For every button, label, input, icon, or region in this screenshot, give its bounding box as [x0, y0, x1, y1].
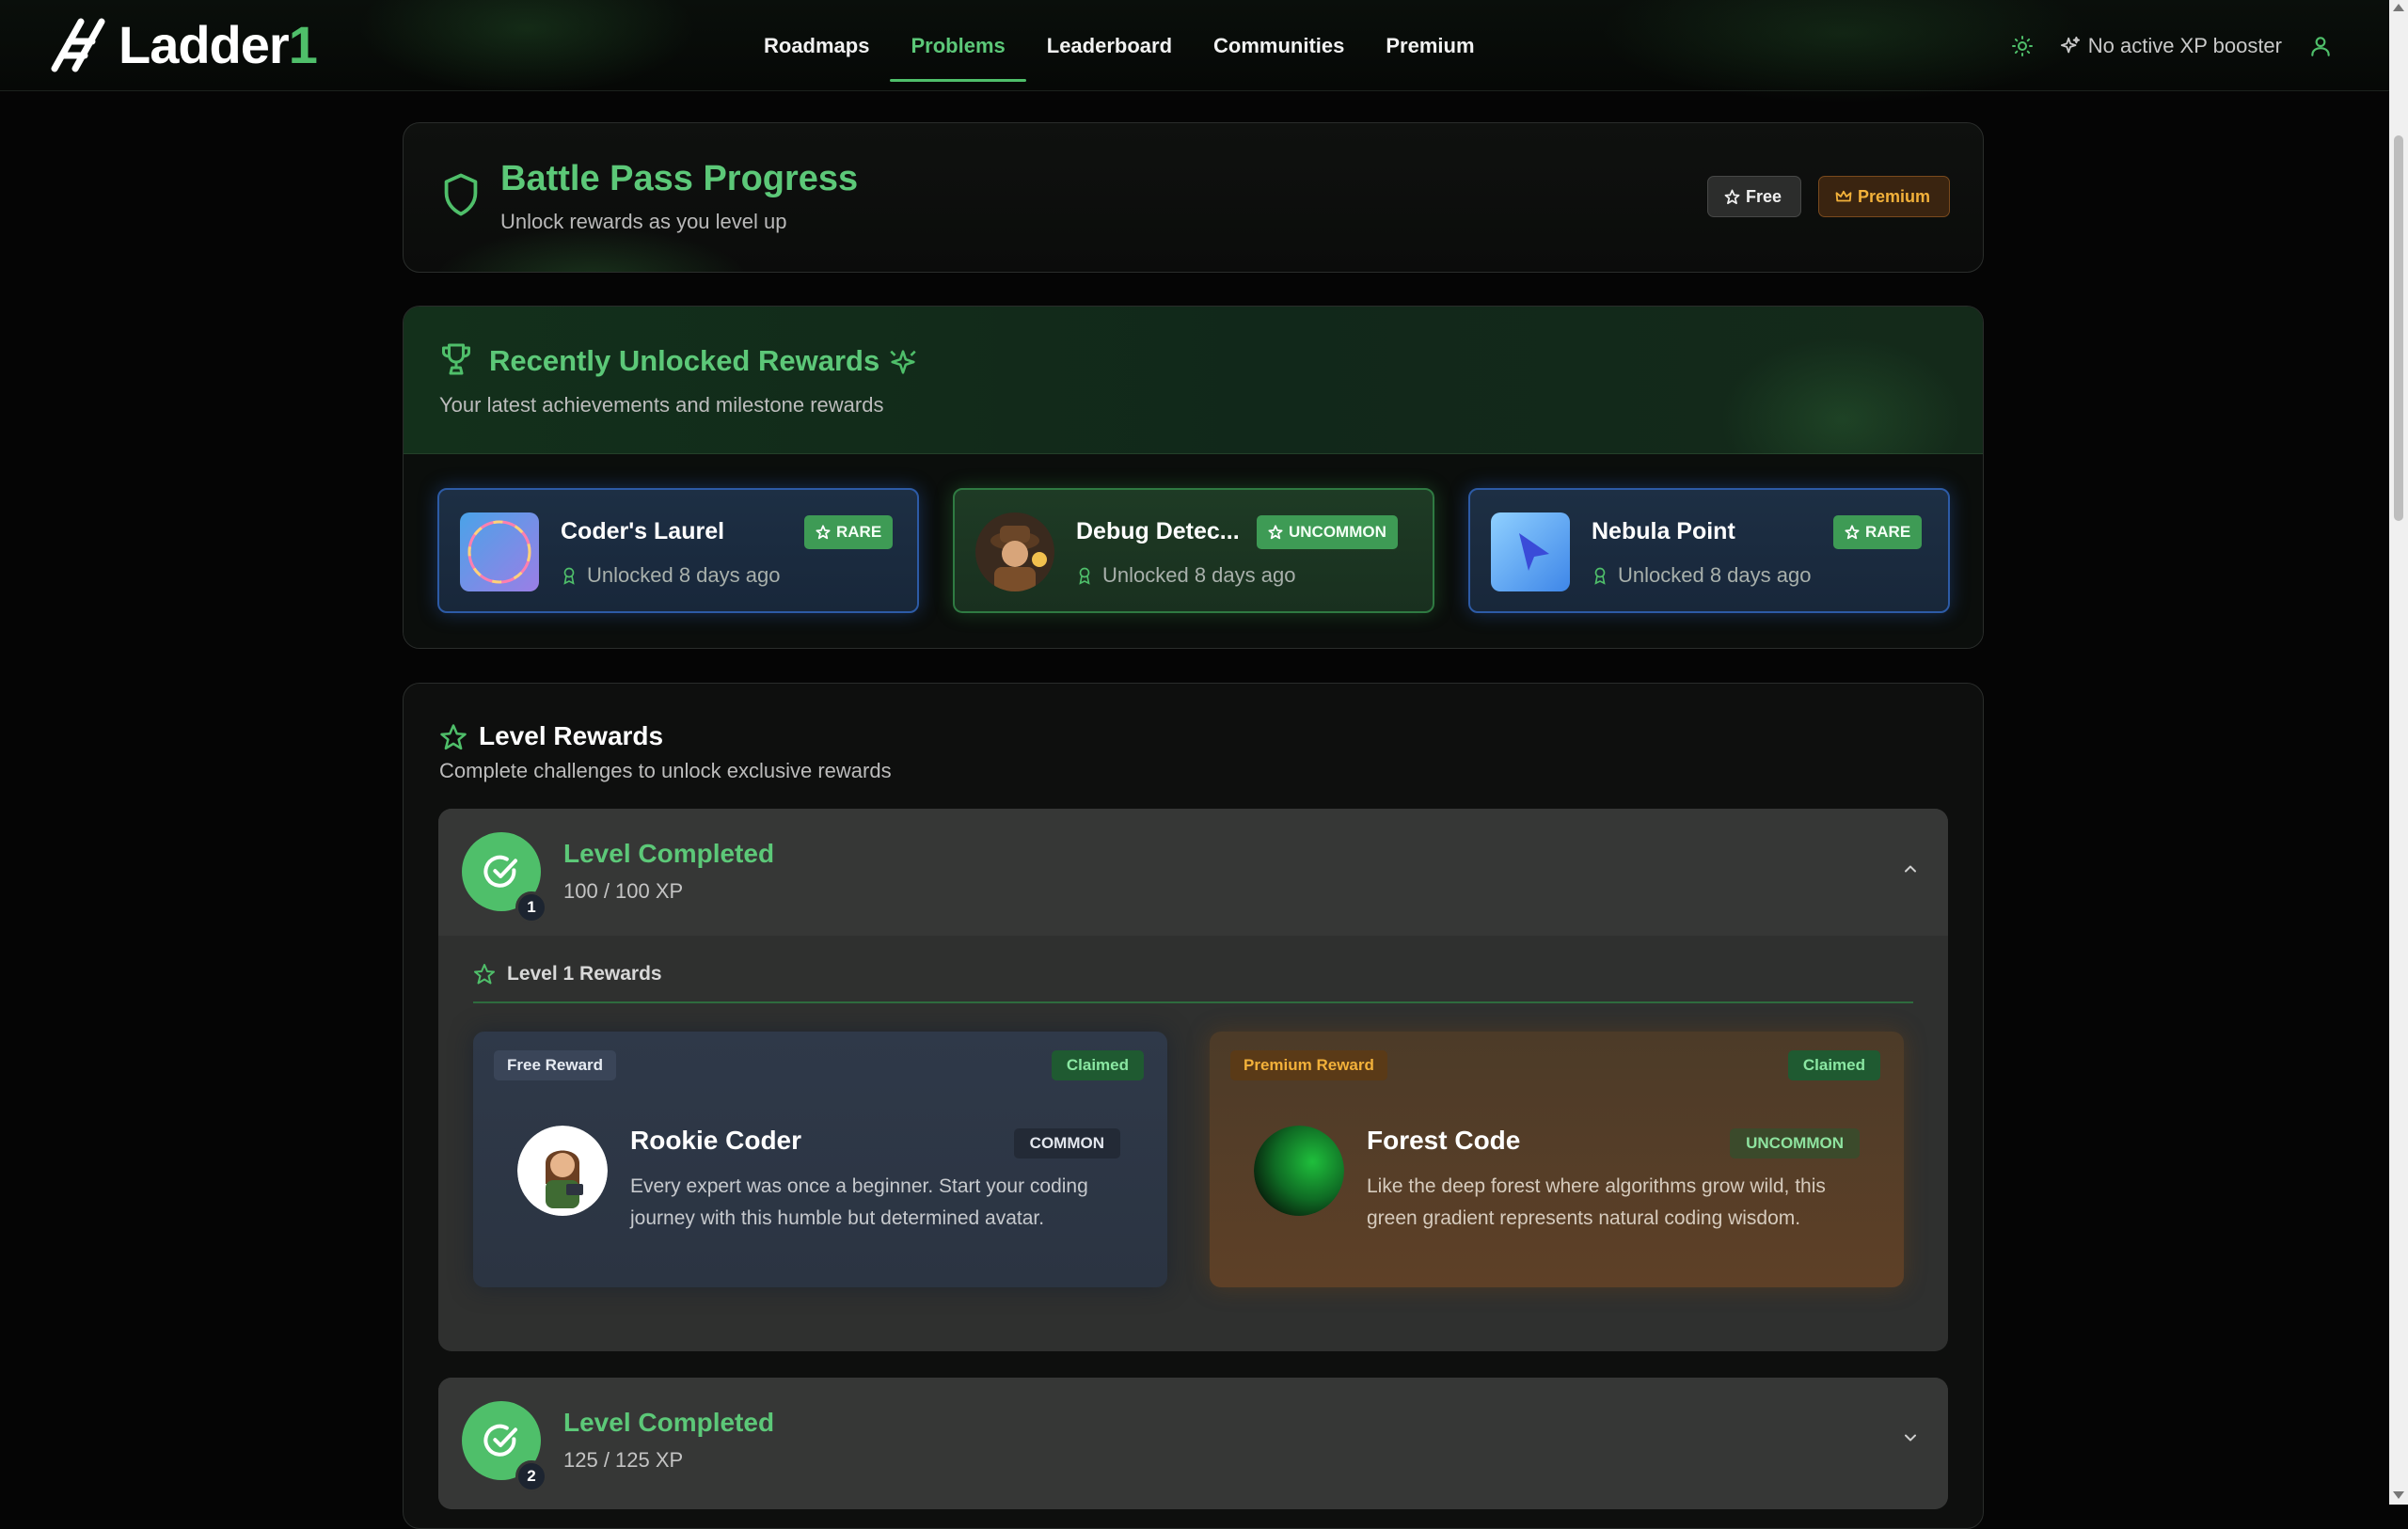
battle-pass-subtitle: Unlock rewards as you level up — [500, 210, 787, 233]
recently-unlocked-subtitle: Your latest achievements and milestone r… — [439, 393, 884, 417]
nav-communities[interactable]: Communities — [1193, 0, 1365, 91]
unlock-time: Unlocked 8 days ago — [561, 563, 780, 588]
rarity-badge: UNCOMMON — [1257, 515, 1398, 549]
claimed-badge: Claimed — [1787, 1050, 1880, 1080]
recently-unlocked-card: Recently Unlocked Rewards Your latest ac… — [403, 306, 1984, 649]
premium-reward-card[interactable]: Premium Reward Claimed Forest Code UNCOM… — [1210, 1032, 1904, 1287]
level-item: 2 Level Completed 125 / 125 XP — [438, 1378, 1948, 1509]
battle-pass-card: Battle Pass Progress Unlock rewards as y… — [403, 122, 1984, 273]
ladder-logo-icon — [47, 16, 109, 72]
main-nav: Roadmaps Problems Leaderboard Communitie… — [743, 0, 1496, 91]
nav-leaderboard[interactable]: Leaderboard — [1026, 0, 1193, 91]
level-xp: 125 / 125 XP — [563, 1448, 684, 1472]
xp-booster-text: No active XP booster — [2087, 33, 2282, 57]
reward-description: Like the deep forest where algorithms gr… — [1367, 1175, 1826, 1229]
reward-name: Debug Detec... — [1076, 518, 1240, 544]
nav-problems[interactable]: Problems — [890, 0, 1027, 91]
rarity-badge: UNCOMMON — [1730, 1128, 1860, 1159]
recent-reward-card[interactable]: Coder's Laurel RARE Unlocked 8 days ago — [437, 488, 919, 613]
level-rewards-subtitle: Complete challenges to unlock exclusive … — [439, 759, 892, 782]
chevron-up-icon[interactable] — [1901, 859, 1920, 878]
star-icon — [1724, 189, 1740, 205]
award-icon — [1592, 566, 1608, 585]
reward-description: Every expert was once a beginner. Start … — [630, 1175, 1088, 1229]
unlock-time: Unlocked 8 days ago — [1592, 563, 1811, 588]
premium-track-button[interactable]: Premium — [1818, 176, 1950, 217]
sparkle-icon — [887, 346, 919, 378]
reward-thumbnail — [460, 512, 539, 591]
chevron-down-icon[interactable] — [1901, 1428, 1920, 1447]
level-number: 1 — [515, 891, 547, 923]
recent-reward-card[interactable]: Debug Detec... UNCOMMON Unlocked 8 days … — [953, 488, 1434, 613]
scroll-up-arrow[interactable] — [2393, 4, 2404, 11]
scroll-down-arrow[interactable] — [2393, 1491, 2404, 1499]
level-rewards-heading: Level 1 Rewards — [473, 963, 662, 985]
unlock-time: Unlocked 8 days ago — [1076, 563, 1295, 588]
premium-track-label: Premium — [1858, 186, 1931, 206]
free-track-label: Free — [1746, 186, 1782, 206]
free-track-button[interactable]: Free — [1707, 176, 1801, 217]
claimed-badge: Claimed — [1051, 1050, 1144, 1080]
level-item: 1 Level Completed 100 / 100 XP Level 1 R… — [438, 809, 1948, 1351]
level-xp: 100 / 100 XP — [563, 879, 684, 903]
reward-avatar — [1254, 1126, 1344, 1216]
user-icon[interactable] — [2308, 34, 2333, 58]
nav-roadmaps[interactable]: Roadmaps — [743, 0, 890, 91]
rarity-badge: RARE — [804, 515, 894, 549]
recent-reward-card[interactable]: Nebula Point RARE Unlocked 8 days ago — [1468, 488, 1950, 613]
reward-avatar — [517, 1126, 608, 1216]
rarity-badge: COMMON — [1013, 1128, 1120, 1159]
shield-icon — [441, 172, 481, 217]
rarity-badge: RARE — [1833, 515, 1923, 549]
level-rewards-title: Level Rewards — [479, 721, 664, 750]
award-icon — [561, 566, 578, 585]
level-status: Level Completed — [563, 1408, 775, 1437]
logo[interactable]: Ladder1 — [47, 14, 318, 74]
level-header[interactable]: 1 Level Completed 100 / 100 XP — [438, 809, 1948, 936]
level-status: Level Completed — [563, 839, 775, 868]
reward-name: Rookie Coder — [630, 1126, 802, 1155]
award-icon — [1076, 566, 1093, 585]
sparkle-icon — [2060, 36, 2081, 56]
top-navbar: Ladder1 Roadmaps Problems Leaderboard Co… — [0, 0, 2389, 103]
page-scrollbar[interactable] — [2389, 0, 2408, 1505]
premium-reward-tag: Premium Reward — [1230, 1050, 1387, 1080]
level-rewards-card: Level Rewards Complete challenges to unl… — [403, 683, 1984, 1529]
crown-icon — [1835, 189, 1852, 204]
logo-text: Ladder1 — [119, 14, 318, 74]
nav-premium[interactable]: Premium — [1365, 0, 1495, 91]
reward-name: Forest Code — [1367, 1126, 1521, 1155]
level-number: 2 — [515, 1460, 547, 1492]
xp-booster-status[interactable]: No active XP booster — [2060, 34, 2282, 58]
reward-name: Coder's Laurel — [561, 518, 725, 544]
sun-icon[interactable] — [2011, 35, 2034, 57]
free-reward-card[interactable]: Free Reward Claimed Rookie Coder COMMON … — [473, 1032, 1167, 1287]
star-icon — [473, 963, 496, 985]
level-header[interactable]: 2 Level Completed 125 / 125 XP — [438, 1378, 1948, 1509]
battle-pass-title: Battle Pass Progress — [500, 159, 859, 198]
trophy-icon — [439, 340, 473, 378]
recently-unlocked-title: Recently Unlocked Rewards — [489, 344, 880, 377]
free-reward-tag: Free Reward — [494, 1050, 617, 1080]
scroll-thumb[interactable] — [2394, 135, 2403, 521]
reward-thumbnail — [1491, 512, 1570, 591]
star-icon — [439, 723, 467, 751]
reward-name: Nebula Point — [1592, 518, 1735, 544]
reward-thumbnail — [975, 512, 1054, 591]
